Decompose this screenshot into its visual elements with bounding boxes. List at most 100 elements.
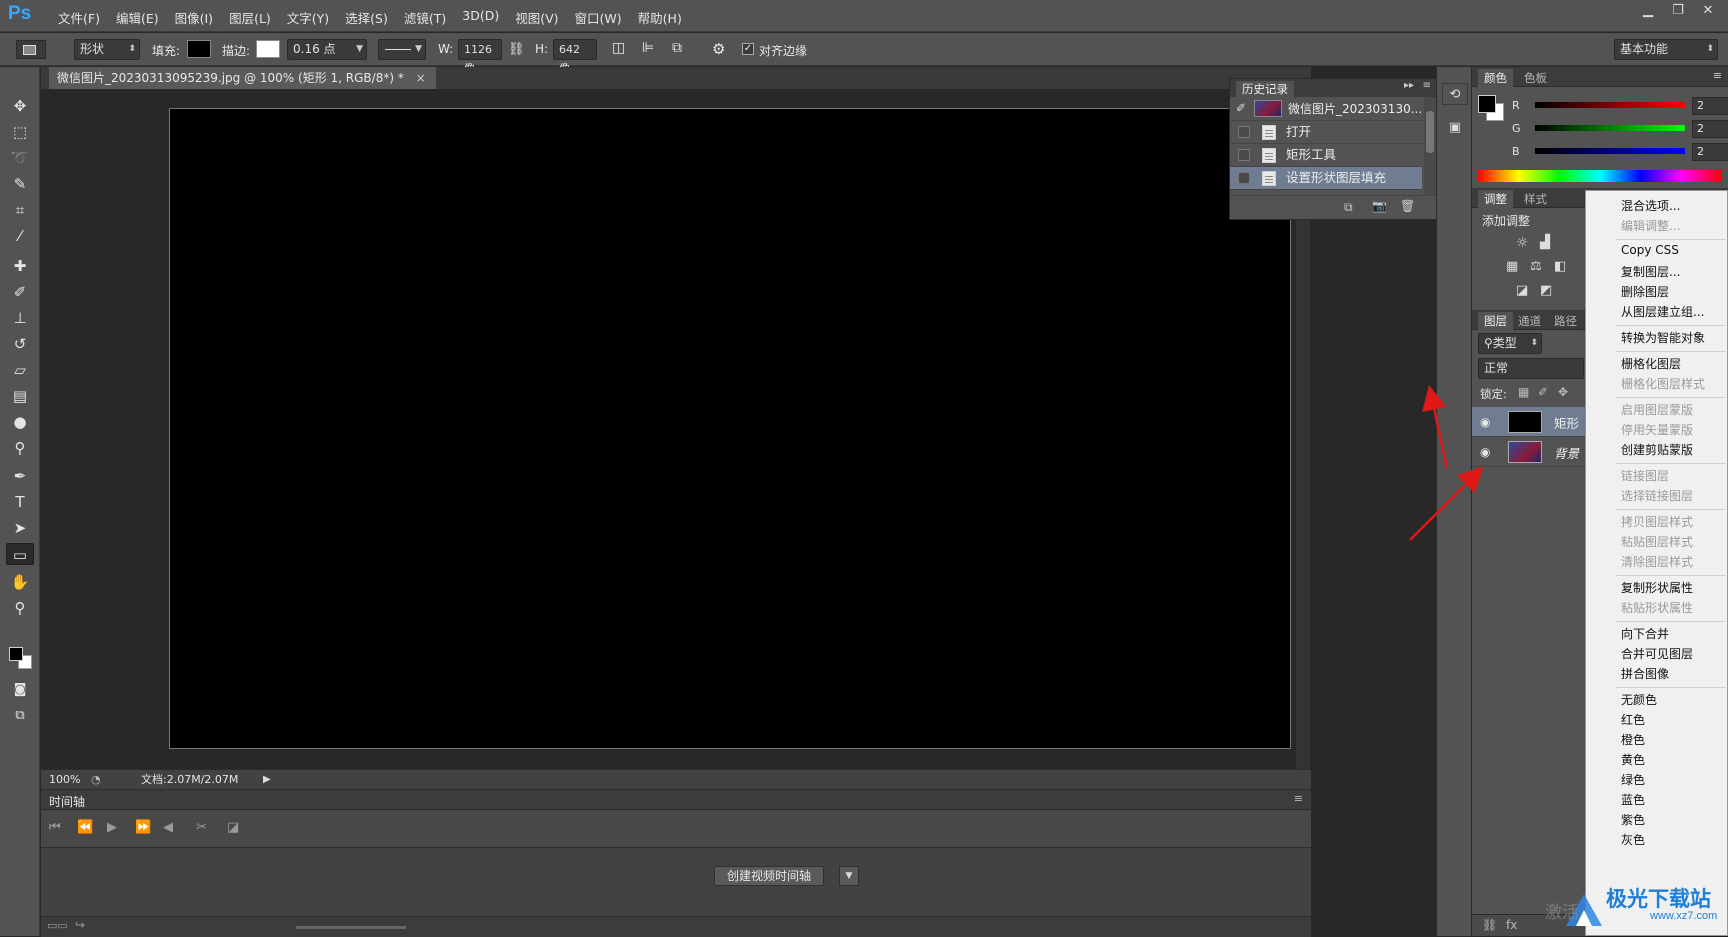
clone-stamp-tool-icon[interactable]: ⊥ [6,307,34,329]
tool-preset-picker[interactable] [16,40,46,59]
stroke-width-input[interactable]: 0.16 点 ▼ [287,39,367,60]
screen-mode-icon[interactable]: ⧉ [6,705,34,727]
restore-icon[interactable]: ❐ [1666,2,1690,22]
channel-mixer-icon[interactable]: ▦ [1506,259,1518,274]
blue-gradient[interactable] [1535,148,1685,154]
panel-menu-icon[interactable]: ≡ [1423,80,1431,91]
scroll-thumb[interactable] [1426,111,1434,153]
context-menu-item[interactable]: 拼合图像 [1621,665,1669,682]
move-tool-icon[interactable]: ✥ [6,95,34,117]
levels-icon[interactable]: ▟ [1540,235,1550,250]
invert-icon[interactable]: ◪ [1516,283,1528,298]
black-white-icon[interactable]: ◧ [1554,259,1566,274]
red-slider[interactable]: R2 [1480,97,1728,117]
color-balance-icon[interactable]: ⚖ [1530,259,1542,274]
context-menu-item[interactable]: 紫色 [1621,811,1645,828]
foreground-color-swatch[interactable] [9,647,23,661]
split-scissors-icon[interactable]: ✂ [196,820,207,835]
brush-tool-icon[interactable]: ✐ [6,281,34,303]
play-icon[interactable]: ▶ [107,820,117,835]
crop-tool-icon[interactable]: ⌗ [6,199,34,221]
menu-help[interactable]: 帮助(H) [630,8,690,27]
hand-tool-icon[interactable]: ✋ [6,571,34,593]
menu-image[interactable]: 图像(I) [167,8,221,27]
height-input[interactable]: 642 像 [553,39,597,75]
history-brush-tool-icon[interactable]: ↺ [6,333,34,355]
history-brush-source-icon[interactable]: ✐ [1236,101,1246,115]
first-frame-icon[interactable]: ⏮ [49,820,61,835]
history-panel-icon[interactable]: ⟲ [1442,83,1468,105]
tab-paths[interactable]: 路径 [1548,312,1583,330]
path-alignment-icon[interactable]: ⊫ [642,40,654,56]
fill-swatch[interactable] [187,40,211,58]
fx-icon[interactable]: fx [1506,918,1517,932]
context-menu-item[interactable]: 无颜色 [1621,691,1657,708]
tab-channels[interactable]: 通道 [1512,312,1547,330]
menu-view[interactable]: 视图(V) [507,8,566,27]
create-video-timeline-button[interactable]: 创建视频时间轴 [714,866,825,886]
pen-tool-icon[interactable]: ✒ [6,465,34,487]
menu-edit[interactable]: 编辑(E) [108,8,167,27]
path-arrangement-icon[interactable]: ⧉ [672,40,682,56]
foreground-color-swatch[interactable] [1478,95,1496,113]
document-canvas[interactable] [169,108,1291,749]
type-tool-icon[interactable]: T [6,491,34,513]
tab-close-icon[interactable]: × [416,71,426,85]
timeline-zoom-slider[interactable] [296,926,406,929]
prev-frame-icon[interactable]: ⏪ [77,820,93,835]
tab-swatches[interactable]: 色板 [1518,69,1553,87]
history-snapshot[interactable]: ✐ 微信图片_202303130... [1230,97,1422,121]
collapse-icon[interactable]: ▸▸ [1404,80,1414,91]
stroke-swatch[interactable] [256,40,280,58]
link-layers-icon[interactable]: ⛓ [1482,918,1497,932]
color-spectrum-ramp[interactable] [1478,170,1722,182]
context-menu-item[interactable]: 灰色 [1621,831,1645,848]
eraser-tool-icon[interactable]: ▱ [6,359,34,381]
timeline-title[interactable]: 时间轴 [49,793,85,810]
zoom-tool-icon[interactable]: ⚲ [6,597,34,619]
stroke-type-select[interactable]: ▼ [378,39,426,60]
context-menu-item[interactable]: 复制形状属性 [1621,579,1693,596]
align-edges-checkbox[interactable]: ✓ [742,43,754,55]
minimize-icon[interactable]: ▁ [1636,2,1660,22]
tab-color[interactable]: 颜色 [1478,69,1513,87]
red-gradient[interactable] [1535,102,1685,108]
context-menu-item[interactable]: 红色 [1621,711,1645,728]
dodge-tool-icon[interactable]: ⚲ [6,437,34,459]
menu-select[interactable]: 选择(S) [337,8,396,27]
context-menu-item[interactable]: 编辑调整... [1621,217,1680,234]
menu-window[interactable]: 窗口(W) [567,8,630,27]
transition-icon[interactable]: ◪ [227,820,239,835]
healing-brush-tool-icon[interactable]: ✚ [6,255,34,277]
width-input[interactable]: 1126 像 [458,39,502,75]
panel-menu-icon[interactable]: ≡ [1713,69,1722,82]
frame-mode-icon[interactable]: ▭▭ [47,919,68,932]
tab-layers[interactable]: 图层 [1478,312,1513,330]
menu-file[interactable]: 文件(F) [50,8,108,27]
panel-menu-icon[interactable]: ≡ [1294,792,1303,805]
menu-layer[interactable]: 图层(L) [221,8,279,27]
history-tab[interactable]: 历史记录 [1236,81,1294,97]
path-operations-icon[interactable]: ◫ [612,40,625,56]
timeline-type-dropdown[interactable]: ▼ [839,866,859,886]
context-menu-item[interactable]: 橙色 [1621,731,1645,748]
next-frame-icon[interactable]: ⏩ [135,820,151,835]
render-icon[interactable]: ↪ [75,918,85,932]
marquee-tool-icon[interactable]: ⬚ [6,121,34,143]
history-item[interactable]: 打开 [1230,121,1422,144]
tool-mode-select[interactable]: 形状 ⬍ [74,39,140,60]
blue-value-input[interactable]: 2 [1692,143,1728,161]
context-menu-item[interactable]: 蓝色 [1621,791,1645,808]
green-gradient[interactable] [1535,125,1685,131]
context-menu-item[interactable]: 混合选项... [1621,197,1680,214]
context-menu-item[interactable]: 绿色 [1621,771,1645,788]
context-menu-item[interactable]: 粘贴形状属性 [1621,599,1693,616]
blue-slider[interactable]: B2 [1480,143,1728,163]
history-checkbox[interactable] [1238,149,1250,161]
history-checkbox[interactable] [1238,126,1250,138]
context-menu-item[interactable]: 从图层建立组... [1621,303,1704,320]
brightness-icon[interactable]: ☼ [1516,235,1529,251]
path-selection-tool-icon[interactable]: ➤ [6,517,34,539]
trash-icon[interactable]: 🗑 [1400,199,1415,213]
quick-select-tool-icon[interactable]: ✎ [6,173,34,195]
